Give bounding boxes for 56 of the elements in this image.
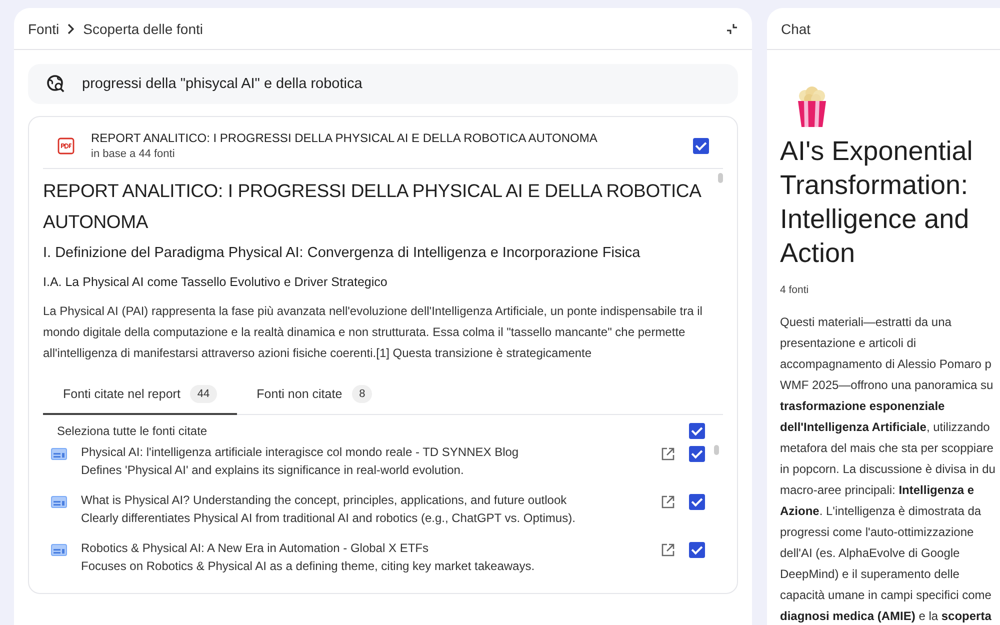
- pdf-icon: [57, 136, 75, 154]
- panel-title: Chat: [781, 20, 811, 36]
- source-count: 4 fonti: [780, 284, 810, 296]
- report-title: REPORT ANALITICO: I PROGRESSI DELLA PHYSICAL AI E DELLA ROBOTICA AUTONOMA: [91, 131, 598, 145]
- web-page-icon: [51, 448, 67, 460]
- breadcrumb-current: Scoperta delle fonti: [83, 20, 203, 36]
- scrollbar-thumb[interactable]: [714, 445, 719, 455]
- open-external-icon[interactable]: [661, 495, 675, 509]
- summary-text-line: DeepMind) e il superamento delle: [780, 566, 960, 583]
- report-paragraph: La Physical AI (PAI) rappresenta la fase più avanzata nell'evoluzione dell'Intelligenza Artificiale, un ponte indispensabile tra il mondo digitale della computazione e la realtà dinamica e non strutturata. Essa colma il "tassello mancante" che permette all'intelligenza di manifestarsi attraverso azioni fisiche coerenti.[1] Questa transizione è strategicamente: [43, 303, 704, 362]
- summary-text-line: WMF 2025—offrono una panoramica su: [780, 377, 994, 394]
- scrollbar-thumb[interactable]: [718, 173, 723, 183]
- summary-text-line: Questi materiali—estratti da una: [780, 314, 952, 331]
- count-badge: 44: [190, 385, 217, 403]
- open-external-icon[interactable]: [661, 447, 675, 461]
- source-description: Clearly differentiates Physical AI from traditional AI and robotics (e.g., ChatGPT vs. Optimus).: [81, 511, 576, 525]
- collapse-icon[interactable]: [726, 22, 738, 34]
- web-search-icon: [46, 74, 66, 94]
- subsection-heading: I.A. La Physical AI come Tassello Evolutivo e Driver Strategico: [43, 275, 388, 289]
- tab[interactable]: Fonti citate nel report 44: [43, 377, 237, 415]
- search-query-field[interactable]: progressi della "phisycal AI" e della robotica: [28, 64, 738, 104]
- chevron-right-icon: [67, 22, 76, 34]
- checkbox[interactable]: [689, 423, 705, 439]
- popcorn-icon: [795, 86, 829, 128]
- breadcrumb-link[interactable]: Fonti: [28, 20, 60, 36]
- report-source-count: in base a 44 fonti: [91, 148, 176, 160]
- source-description: Focuses on Robotics & Physical AI as a defining theme, citing key market takeaways.: [81, 559, 536, 573]
- checkbox[interactable]: [689, 494, 705, 510]
- select-all-label: Seleziona tutte le fonti citate: [57, 424, 208, 438]
- summary-text-line: capacità umane in campi specifici come: [780, 587, 992, 604]
- report-heading: REPORT ANALITICO: I PROGRESSI DELLA PHYSICAL AI E DELLA ROBOTICA AUTONOMA: [43, 179, 702, 234]
- summary-text-line: progressi come l'auto-ottimizzazione: [780, 524, 974, 541]
- summary-text-line: macro-aree principali: Intelligenza e: [780, 482, 974, 499]
- checkbox[interactable]: [689, 542, 705, 558]
- checkbox[interactable]: [689, 446, 705, 462]
- summary-text-line: dell'AI (es. AlphaEvolve di Google: [780, 545, 960, 562]
- count-badge: 8: [352, 385, 372, 403]
- checkbox[interactable]: [693, 138, 709, 154]
- section-heading: I. Definizione del Paradigma Physical AI: Convergenza di Intelligenza e Incorporazione Fisica: [43, 245, 642, 261]
- open-external-icon[interactable]: [661, 543, 675, 557]
- summary-text-line: dell'Intelligenza Artificiale, utilizzando: [780, 419, 990, 436]
- source-title[interactable]: What is Physical AI? Understanding the concept, principles, applications, and future outlook: [81, 493, 647, 507]
- source-description: Defines 'Physical AI' and explains its significance in real-world evolution.: [81, 463, 465, 477]
- source-title[interactable]: Physical AI: l'intelligenza artificiale interagisce col mondo reale - TD SYNNEX Blog: [81, 445, 647, 459]
- notebook-title: AI's Exponential Transformation: Intelligence and Action: [780, 135, 974, 270]
- summary-text-line: metafora del mais che sta per scoppiare: [780, 440, 994, 457]
- summary-text-line: diagnosi medica (AMIE) e la scoperta: [780, 608, 992, 625]
- summary-text-line: in popcorn. La discussione è divisa in du: [780, 461, 996, 478]
- summary-text-line: accompagnamento di Alessio Pomaro p: [780, 356, 992, 373]
- summary-text-line: Azione. L'intelligenza è dimostrata da: [780, 503, 982, 520]
- source-title[interactable]: Robotics & Physical AI: A New Era in Automation - Global X ETFs: [81, 541, 647, 555]
- web-page-icon: [51, 496, 67, 508]
- tab[interactable]: Fonti non citate 8: [236, 377, 392, 415]
- web-page-icon: [51, 544, 67, 556]
- summary-text-line: trasformazione esponenziale: [780, 398, 945, 415]
- summary-text-line: presentazione e articoli di: [780, 335, 916, 352]
